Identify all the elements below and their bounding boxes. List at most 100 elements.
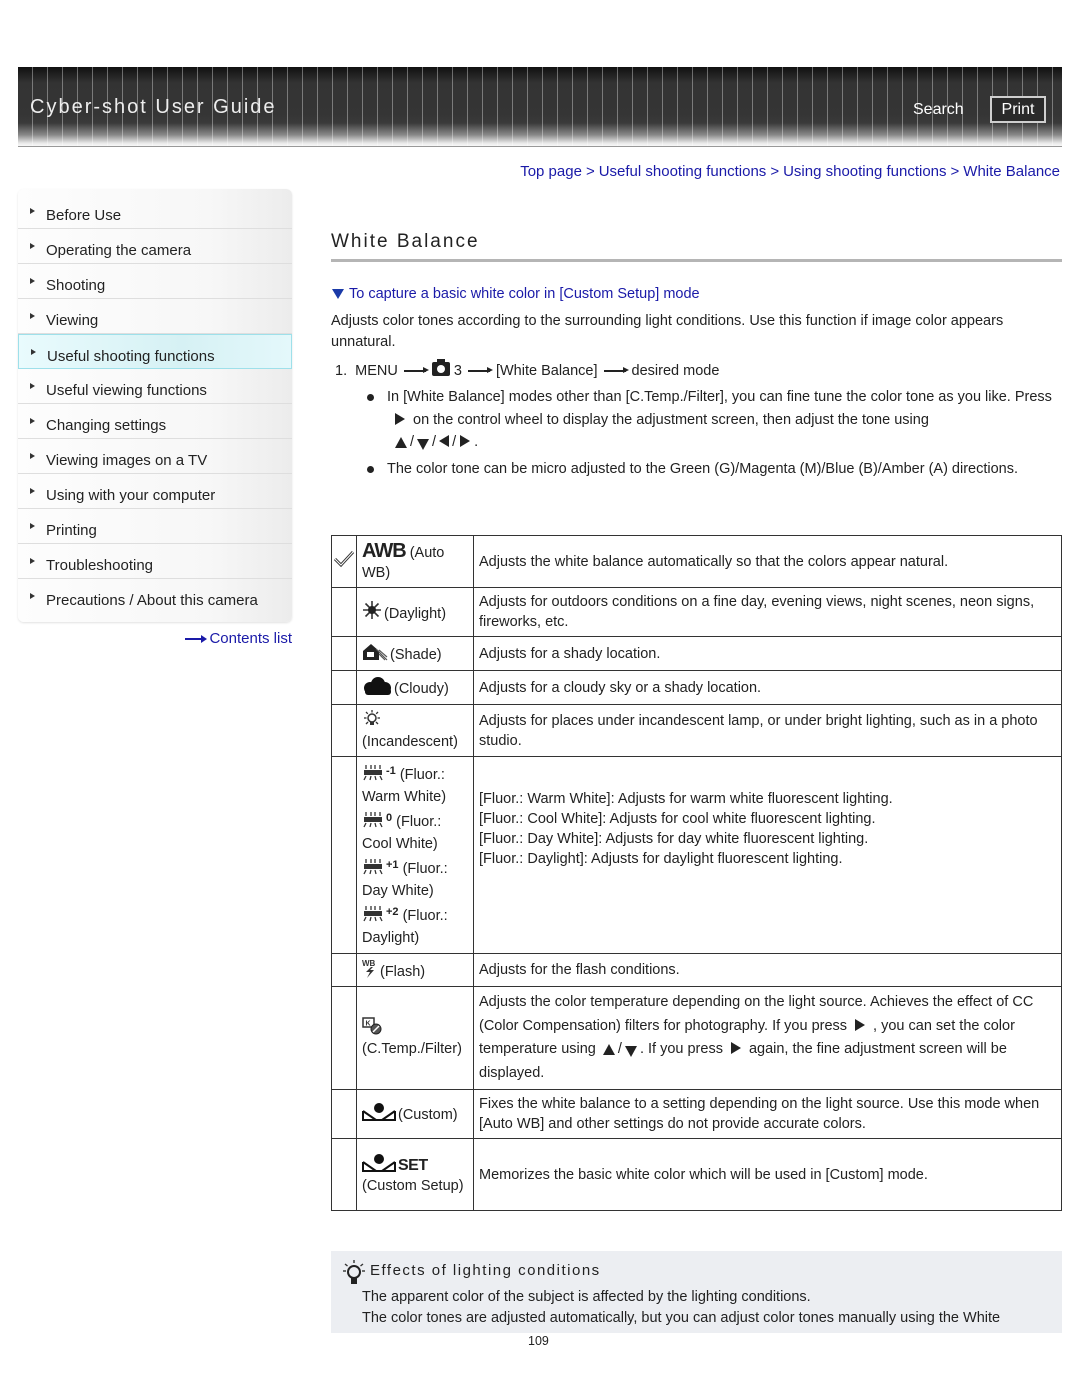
contents-list-label: Contents list [209,630,292,647]
sidebar-item-before-use[interactable]: Before Use [18,194,292,229]
triangle-down-icon [332,289,344,299]
note-micro-adjust: The color tone can be micro adjusted to … [366,458,1056,481]
camera-icon [431,359,450,376]
note-text: on the control wheel to display the adju… [413,411,929,428]
mode-name: (C.Temp./Filter) [362,1041,462,1057]
custom-setup-anchor-link[interactable]: To capture a basic white color in [Custo… [332,286,700,302]
fluor-level: +1 [386,859,399,871]
print-button[interactable]: Print [990,96,1046,123]
desc-line: [Fluor.: Warm White]: Adjusts for warm w… [479,791,893,807]
sidebar-item-viewing[interactable]: Viewing [18,299,292,334]
incandescent-icon [364,709,380,725]
mode-name-cell: -1 (Fluor.: Warm White) 0 (Fluor.: Cool … [356,756,474,954]
header-divider [18,146,1062,147]
default-mark-cell [331,535,357,588]
sidebar-item-label: Shooting [46,277,106,294]
desc-line: [Fluor.: Cool White]: Adjusts for cool w… [479,811,876,827]
white-balance-modes-table: AWB (Auto WB) Adjusts the white balance … [331,535,1062,1211]
table-row: SET (Custom Setup) Memorizes the basic wh… [331,1138,1062,1211]
right-button-icon [855,1018,866,1031]
triangle-right-icon [30,243,35,249]
mode-name: (Shade) [390,646,442,663]
note-fine-tune: In [White Balance] modes other than [C.T… [366,386,1056,454]
triangle-right-icon [30,313,35,319]
default-mark-cell [331,986,357,1090]
breadcrumb-white-balance[interactable]: White Balance [963,163,1060,180]
sidebar-item-shooting[interactable]: Shooting [18,264,292,299]
mode-name: (Incandescent) [362,733,458,750]
bullet-icon [367,394,374,401]
search-button[interactable]: Search [913,101,964,119]
arrow-right-icon [185,635,208,644]
sidebar-item-printing[interactable]: Printing [18,509,292,544]
ctemp-filter-icon: K [362,1017,382,1035]
sidebar-item-operating-the-camera[interactable]: Operating the camera [18,229,292,264]
step-tab: 3 [453,363,462,379]
svg-text:WB: WB [362,959,376,968]
fluor-warm-white: -1 (Fluor.: Warm White) [362,765,446,805]
mode-desc-cell: Adjusts for outdoors conditions on a fin… [473,587,1062,637]
sidebar-item-changing-settings[interactable]: Changing settings [18,404,292,439]
app-title: Cyber-shot User Guide [30,96,277,118]
mode-desc-cell: Adjusts for a cloudy sky or a shady loca… [473,670,1062,705]
fluor-level: +2 [386,906,399,918]
triangle-right-icon [31,349,36,355]
slash: / [432,434,437,450]
triangle-right-icon [30,593,35,599]
table-row: (Cloudy) Adjusts for a cloudy sky or a s… [331,670,1062,705]
fluor-daylight: +2 (Fluor.: Daylight) [362,906,448,946]
mode-desc-cell: Adjusts for the flash conditions. [473,953,1062,987]
default-mark-cell [331,636,357,671]
default-mark-cell [331,1138,357,1211]
sidebar-item-label: Precautions / About this camera [46,592,258,609]
default-mark-cell [331,704,357,757]
sidebar-item-useful-viewing-functions[interactable]: Useful viewing functions [18,369,292,404]
breadcrumb-using-shooting-functions[interactable]: Using shooting functions [783,163,946,180]
step-menu: MENU [355,363,398,379]
mode-desc-cell: Fixes the white balance to a setting dep… [473,1089,1062,1139]
note-text: The color tone can be micro adjusted to … [387,460,1019,477]
sidebar-item-label: Using with your computer [46,487,216,504]
contents-list-link[interactable]: Contents list [185,630,292,647]
desc-line: [Fluor.: Day White]: Adjusts for day whi… [479,831,869,847]
sidebar-item-label: Troubleshooting [46,557,154,574]
sidebar-item-useful-shooting-functions[interactable]: Useful shooting functions [18,334,292,369]
sidebar-item-label: Useful shooting functions [47,348,215,365]
daylight-icon [363,601,381,619]
sidebar-item-troubleshooting[interactable]: Troubleshooting [18,544,292,579]
default-mark-cell [331,1089,357,1139]
mode-name-cell: (Cloudy) [356,670,474,705]
triangle-right-icon [30,488,35,494]
mode-desc-cell: [Fluor.: Warm White]: Adjusts for warm w… [473,756,1062,954]
breadcrumb-useful-shooting-functions[interactable]: Useful shooting functions [599,163,767,180]
default-mark-cell [331,670,357,705]
sidebar-item-label: Before Use [46,207,122,224]
step-notes: In [White Balance] modes other than [C.T… [366,386,1056,484]
mode-desc-cell: Adjusts the color temperature depending … [473,986,1062,1090]
sidebar-item-label: Operating the camera [46,242,192,259]
sidebar-item-label: Viewing [46,312,99,329]
triangle-right-icon [30,418,35,424]
table-row: AWB (Auto WB) Adjusts the white balance … [331,535,1062,588]
sidebar-item-precautions[interactable]: Precautions / About this camera [18,579,292,614]
up-button-icon [395,437,407,448]
sidebar-item-viewing-images-on-a-tv[interactable]: Viewing images on a TV [18,439,292,474]
sidebar-item-using-with-your-computer[interactable]: Using with your computer [18,474,292,509]
slash: / [410,434,415,450]
page-number: 109 [528,1334,549,1348]
custom-set-icon [362,1153,396,1172]
bullet-icon [367,465,374,473]
fluorescent-icon [363,906,383,922]
table-row: -1 (Fluor.: Warm White) 0 (Fluor.: Cool … [331,756,1062,954]
sidebar-nav: Before Use Operating the camera Shooting… [18,189,292,622]
right-button-icon [395,412,405,425]
default-mark-cell [331,756,357,954]
sidebar-item-label: Useful viewing functions [46,382,207,399]
svg-text:K: K [366,1021,371,1028]
breadcrumb-top-page[interactable]: Top page [520,163,582,180]
step-1: 1. MENU 3 [White Balance] desired mode [335,359,719,379]
desc-line: [Fluor.: Daylight]: Adjusts for daylight… [479,851,843,867]
sidebar-item-label: Viewing images on a TV [46,452,208,469]
arrow-right-icon [467,368,493,373]
lightbulb-hint-icon [343,1260,365,1284]
